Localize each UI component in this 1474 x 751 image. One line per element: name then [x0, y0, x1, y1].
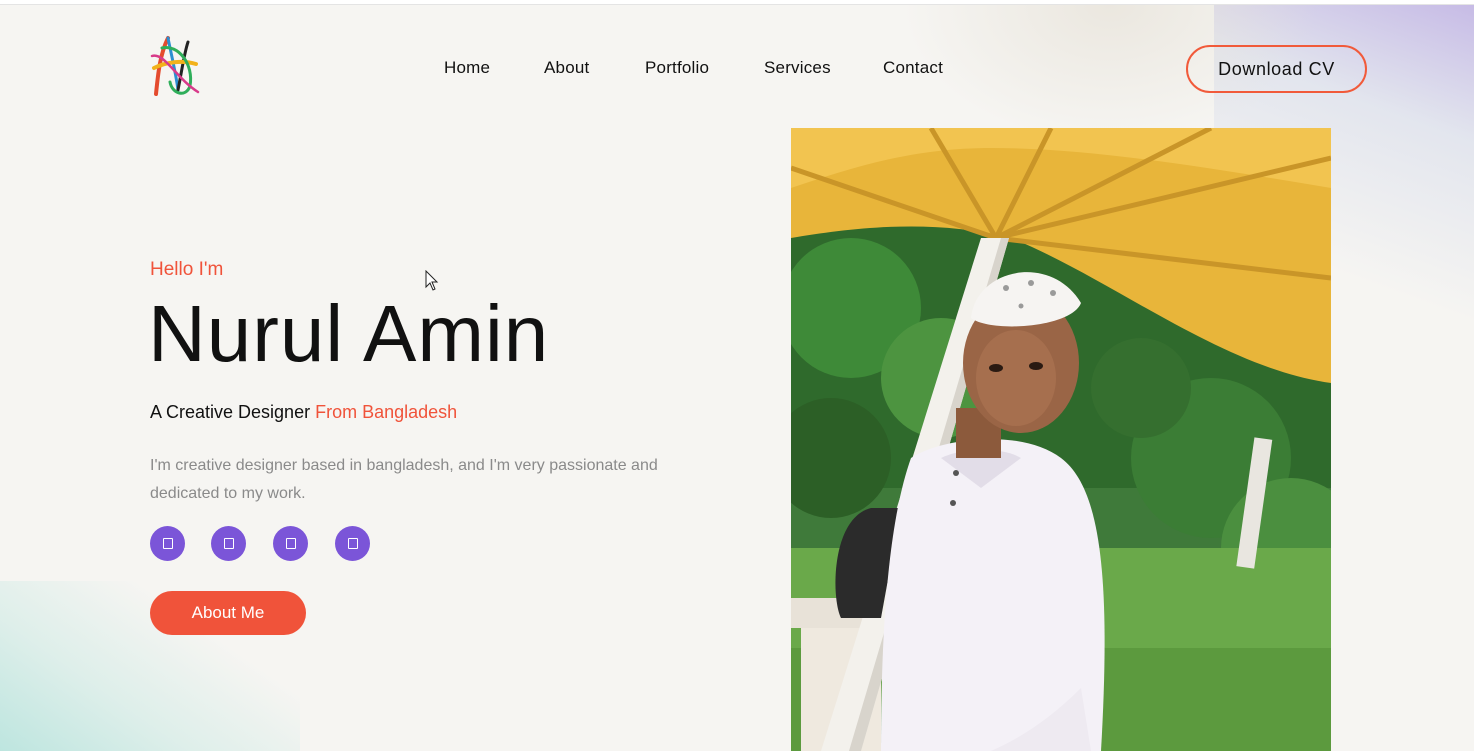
nav-services[interactable]: Services — [764, 58, 831, 78]
tagline-accent: From Bangladesh — [315, 402, 458, 422]
nav-about[interactable]: About — [544, 58, 589, 78]
linkedin-icon — [347, 538, 358, 549]
nav-contact[interactable]: Contact — [883, 58, 943, 78]
download-cv-button[interactable]: Download CV — [1186, 45, 1367, 93]
twitter-icon — [223, 538, 234, 549]
hero-greeting: Hello I'm — [150, 259, 224, 280]
hero-description: I'm creative designer based in banglades… — [150, 457, 658, 502]
tagline-main: A Creative Designer — [150, 402, 311, 422]
hero-name: Nurul Amin — [148, 289, 550, 378]
twitter-link[interactable] — [211, 526, 246, 561]
linkedin-link[interactable] — [335, 526, 370, 561]
nav-home[interactable]: Home — [444, 58, 490, 78]
instagram-link[interactable] — [273, 526, 308, 561]
hero-tagline: A Creative Designer From Bangladesh — [150, 402, 457, 423]
facebook-link[interactable] — [150, 526, 185, 561]
mouse-cursor-icon — [425, 270, 439, 291]
about-me-button[interactable]: About Me — [150, 591, 306, 635]
instagram-icon — [285, 538, 296, 549]
profile-photo — [791, 128, 1331, 751]
facebook-icon — [162, 538, 173, 549]
nav-portfolio[interactable]: Portfolio — [645, 58, 709, 78]
